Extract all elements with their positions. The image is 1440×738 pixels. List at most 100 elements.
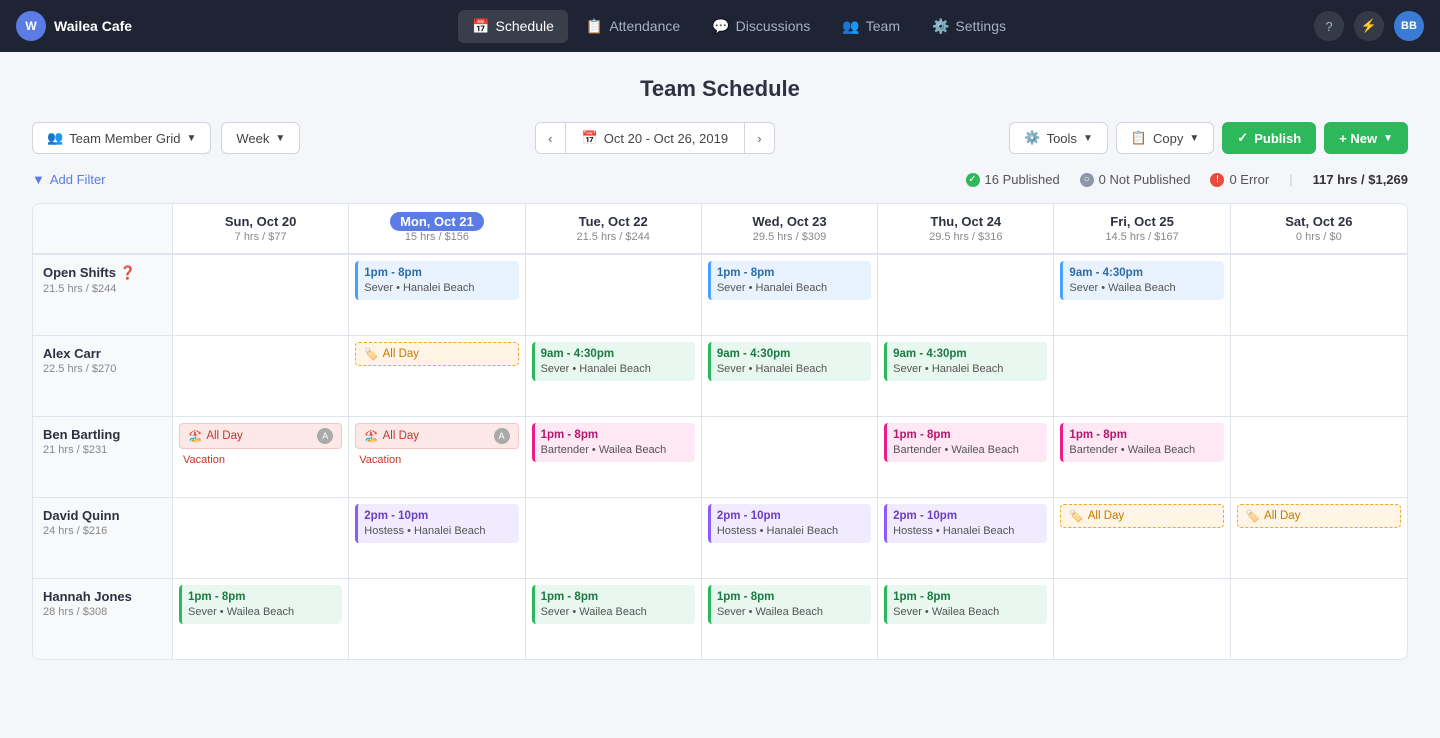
wed-hours: 29.5 hrs / $309	[710, 231, 869, 243]
hannah-jones-thu: 1pm - 8pm Sever • Wailea Beach	[878, 579, 1054, 659]
nav-item-discussions[interactable]: 💬 Discussions	[698, 10, 824, 43]
error-dot: !	[1210, 173, 1224, 187]
not-published-count: 0 Not Published	[1099, 172, 1191, 187]
period-selector[interactable]: Week ▼	[221, 122, 300, 154]
open-shifts-fri: 9am - 4:30pm Sever • Wailea Beach	[1054, 255, 1230, 335]
ben-bartling-name: Ben Bartling	[43, 427, 162, 442]
new-label: + New	[1339, 131, 1377, 146]
shift-card[interactable]: 1pm - 8pm Sever • Hanalei Beach	[355, 261, 518, 300]
ben-bartling-label: Ben Bartling 21 hrs / $231	[33, 417, 173, 497]
publish-label: Publish	[1254, 131, 1301, 146]
ben-bartling-mon: 🏖️ All Day A Vacation	[349, 417, 525, 497]
error-count: 0 Error	[1229, 172, 1269, 187]
copy-icon: 📋	[1131, 130, 1147, 146]
row-open-shifts: Open Shifts ❓ 21.5 hrs / $244 1pm - 8pm …	[33, 255, 1407, 336]
nav-item-settings[interactable]: ⚙️ Settings	[918, 10, 1020, 43]
shift-card[interactable]: 9am - 4:30pm Sever • Hanalei Beach	[884, 342, 1047, 381]
ben-bartling-sun: 🏖️ All Day A Vacation	[173, 417, 349, 497]
vacation-card[interactable]: 🏖️ All Day A	[355, 423, 518, 449]
shift-detail: Hostess • Hanalei Beach	[717, 524, 865, 539]
shift-card[interactable]: 1pm - 8pm Bartender • Wailea Beach	[532, 423, 695, 462]
nav-schedule-label: Schedule	[496, 18, 554, 34]
publish-button[interactable]: ✓ Publish	[1222, 122, 1316, 154]
nav-item-schedule[interactable]: 📅 Schedule	[458, 10, 568, 43]
alex-carr-sat	[1231, 336, 1407, 416]
shift-time: 9am - 4:30pm	[541, 346, 689, 362]
nav-item-attendance[interactable]: 📋 Attendance	[572, 10, 694, 43]
hannah-jones-sun: 1pm - 8pm Sever • Wailea Beach	[173, 579, 349, 659]
shift-detail: Hostess • Hanalei Beach	[364, 524, 512, 539]
shift-time: 2pm - 10pm	[893, 508, 1041, 524]
allday-card[interactable]: 🏷️ All Day	[355, 342, 518, 366]
shift-card[interactable]: 1pm - 8pm Bartender • Wailea Beach	[1060, 423, 1223, 462]
brand[interactable]: W Wailea Cafe	[16, 11, 132, 41]
ben-bartling-sat	[1231, 417, 1407, 497]
wed-name: Wed, Oct 23	[710, 214, 869, 229]
allday-card[interactable]: 🏷️ All Day	[1237, 504, 1401, 528]
tue-hours: 21.5 hrs / $244	[534, 231, 693, 243]
alex-carr-fri	[1054, 336, 1230, 416]
shift-card[interactable]: 1pm - 8pm Sever • Wailea Beach	[179, 585, 342, 624]
nav-team-label: Team	[866, 18, 900, 34]
shift-card[interactable]: 1pm - 8pm Sever • Wailea Beach	[532, 585, 695, 624]
ben-bartling-wed	[702, 417, 878, 497]
thu-name: Thu, Oct 24	[886, 214, 1045, 229]
nav-item-team[interactable]: 👥 Team	[828, 10, 914, 43]
vacation-card[interactable]: 🏖️ All Day A	[179, 423, 342, 449]
group-icon: 👥	[47, 130, 63, 146]
header-empty	[33, 204, 173, 253]
shift-card[interactable]: 9am - 4:30pm Sever • Hanalei Beach	[708, 342, 871, 381]
shift-card[interactable]: 2pm - 10pm Hostess • Hanalei Beach	[884, 504, 1047, 543]
nav-right: ? ⚡ BB	[1314, 11, 1424, 41]
notifications-button[interactable]: ⚡	[1354, 11, 1384, 41]
row-hannah-jones: Hannah Jones 28 hrs / $308 1pm - 8pm Sev…	[33, 579, 1407, 659]
view-selector[interactable]: 👥 Team Member Grid ▼	[32, 122, 211, 154]
tools-button[interactable]: ⚙️ Tools ▼	[1009, 122, 1107, 154]
tools-chevron-icon: ▼	[1083, 133, 1093, 144]
shift-detail: Sever • Hanalei Beach	[893, 362, 1041, 377]
discussions-icon: 💬	[712, 18, 729, 35]
shift-detail: Sever • Hanalei Beach	[541, 362, 689, 377]
nav-settings-label: Settings	[955, 18, 1006, 34]
allday-card[interactable]: 🏷️ All Day	[1060, 504, 1223, 528]
shift-card[interactable]: 1pm - 8pm Bartender • Wailea Beach	[884, 423, 1047, 462]
shift-card[interactable]: 9am - 4:30pm Sever • Hanalei Beach	[532, 342, 695, 381]
shift-time: 9am - 4:30pm	[893, 346, 1041, 362]
shift-card[interactable]: 1pm - 8pm Sever • Hanalei Beach	[708, 261, 871, 300]
header-sat: Sat, Oct 26 0 hrs / $0	[1231, 204, 1407, 253]
header-wed: Wed, Oct 23 29.5 hrs / $309	[702, 204, 878, 253]
schedule-grid: Sun, Oct 20 7 hrs / $77 Mon, Oct 21 15 h…	[32, 203, 1408, 660]
help-button[interactable]: ?	[1314, 11, 1344, 41]
prev-week-button[interactable]: ‹	[536, 124, 564, 153]
alex-carr-tue: 9am - 4:30pm Sever • Hanalei Beach	[526, 336, 702, 416]
mon-hours: 15 hrs / $156	[357, 231, 516, 243]
shift-detail: Sever • Hanalei Beach	[717, 362, 865, 377]
stats-row: ✓ 16 Published ○ 0 Not Published ! 0 Err…	[966, 172, 1409, 187]
vacation-icon: 🏖️	[364, 429, 378, 443]
shift-card[interactable]: 2pm - 10pm Hostess • Hanalei Beach	[355, 504, 518, 543]
vacation-icon: 🏖️	[188, 429, 202, 443]
vacation-text: Vacation	[355, 452, 518, 468]
shift-card[interactable]: 2pm - 10pm Hostess • Hanalei Beach	[708, 504, 871, 543]
user-avatar[interactable]: BB	[1394, 11, 1424, 41]
copy-button[interactable]: 📋 Copy ▼	[1116, 122, 1214, 154]
new-button[interactable]: + New ▼	[1324, 122, 1408, 154]
shift-detail: Bartender • Wailea Beach	[541, 443, 689, 458]
allday-label: All Day	[383, 348, 419, 360]
shift-detail: Sever • Hanalei Beach	[364, 281, 512, 296]
add-filter-button[interactable]: ▼ Add Filter	[32, 172, 106, 187]
david-quinn-hours: 24 hrs / $216	[43, 525, 162, 537]
shift-card[interactable]: 9am - 4:30pm Sever • Wailea Beach	[1060, 261, 1223, 300]
vacation-badge: A	[494, 428, 510, 444]
hannah-jones-name: Hannah Jones	[43, 589, 162, 604]
error-stat: ! 0 Error	[1210, 172, 1269, 187]
row-david-quinn: David Quinn 24 hrs / $216 2pm - 10pm Hos…	[33, 498, 1407, 579]
brand-name: Wailea Cafe	[54, 18, 132, 34]
main-content: Team Schedule 👥 Team Member Grid ▼ Week …	[0, 52, 1440, 684]
not-published-stat: ○ 0 Not Published	[1080, 172, 1191, 187]
next-week-button[interactable]: ›	[745, 124, 773, 153]
shift-card[interactable]: 1pm - 8pm Sever • Wailea Beach	[884, 585, 1047, 624]
filter-row: ▼ Add Filter ✓ 16 Published ○ 0 Not Publ…	[32, 172, 1408, 187]
ben-bartling-tue: 1pm - 8pm Bartender • Wailea Beach	[526, 417, 702, 497]
shift-card[interactable]: 1pm - 8pm Sever • Wailea Beach	[708, 585, 871, 624]
